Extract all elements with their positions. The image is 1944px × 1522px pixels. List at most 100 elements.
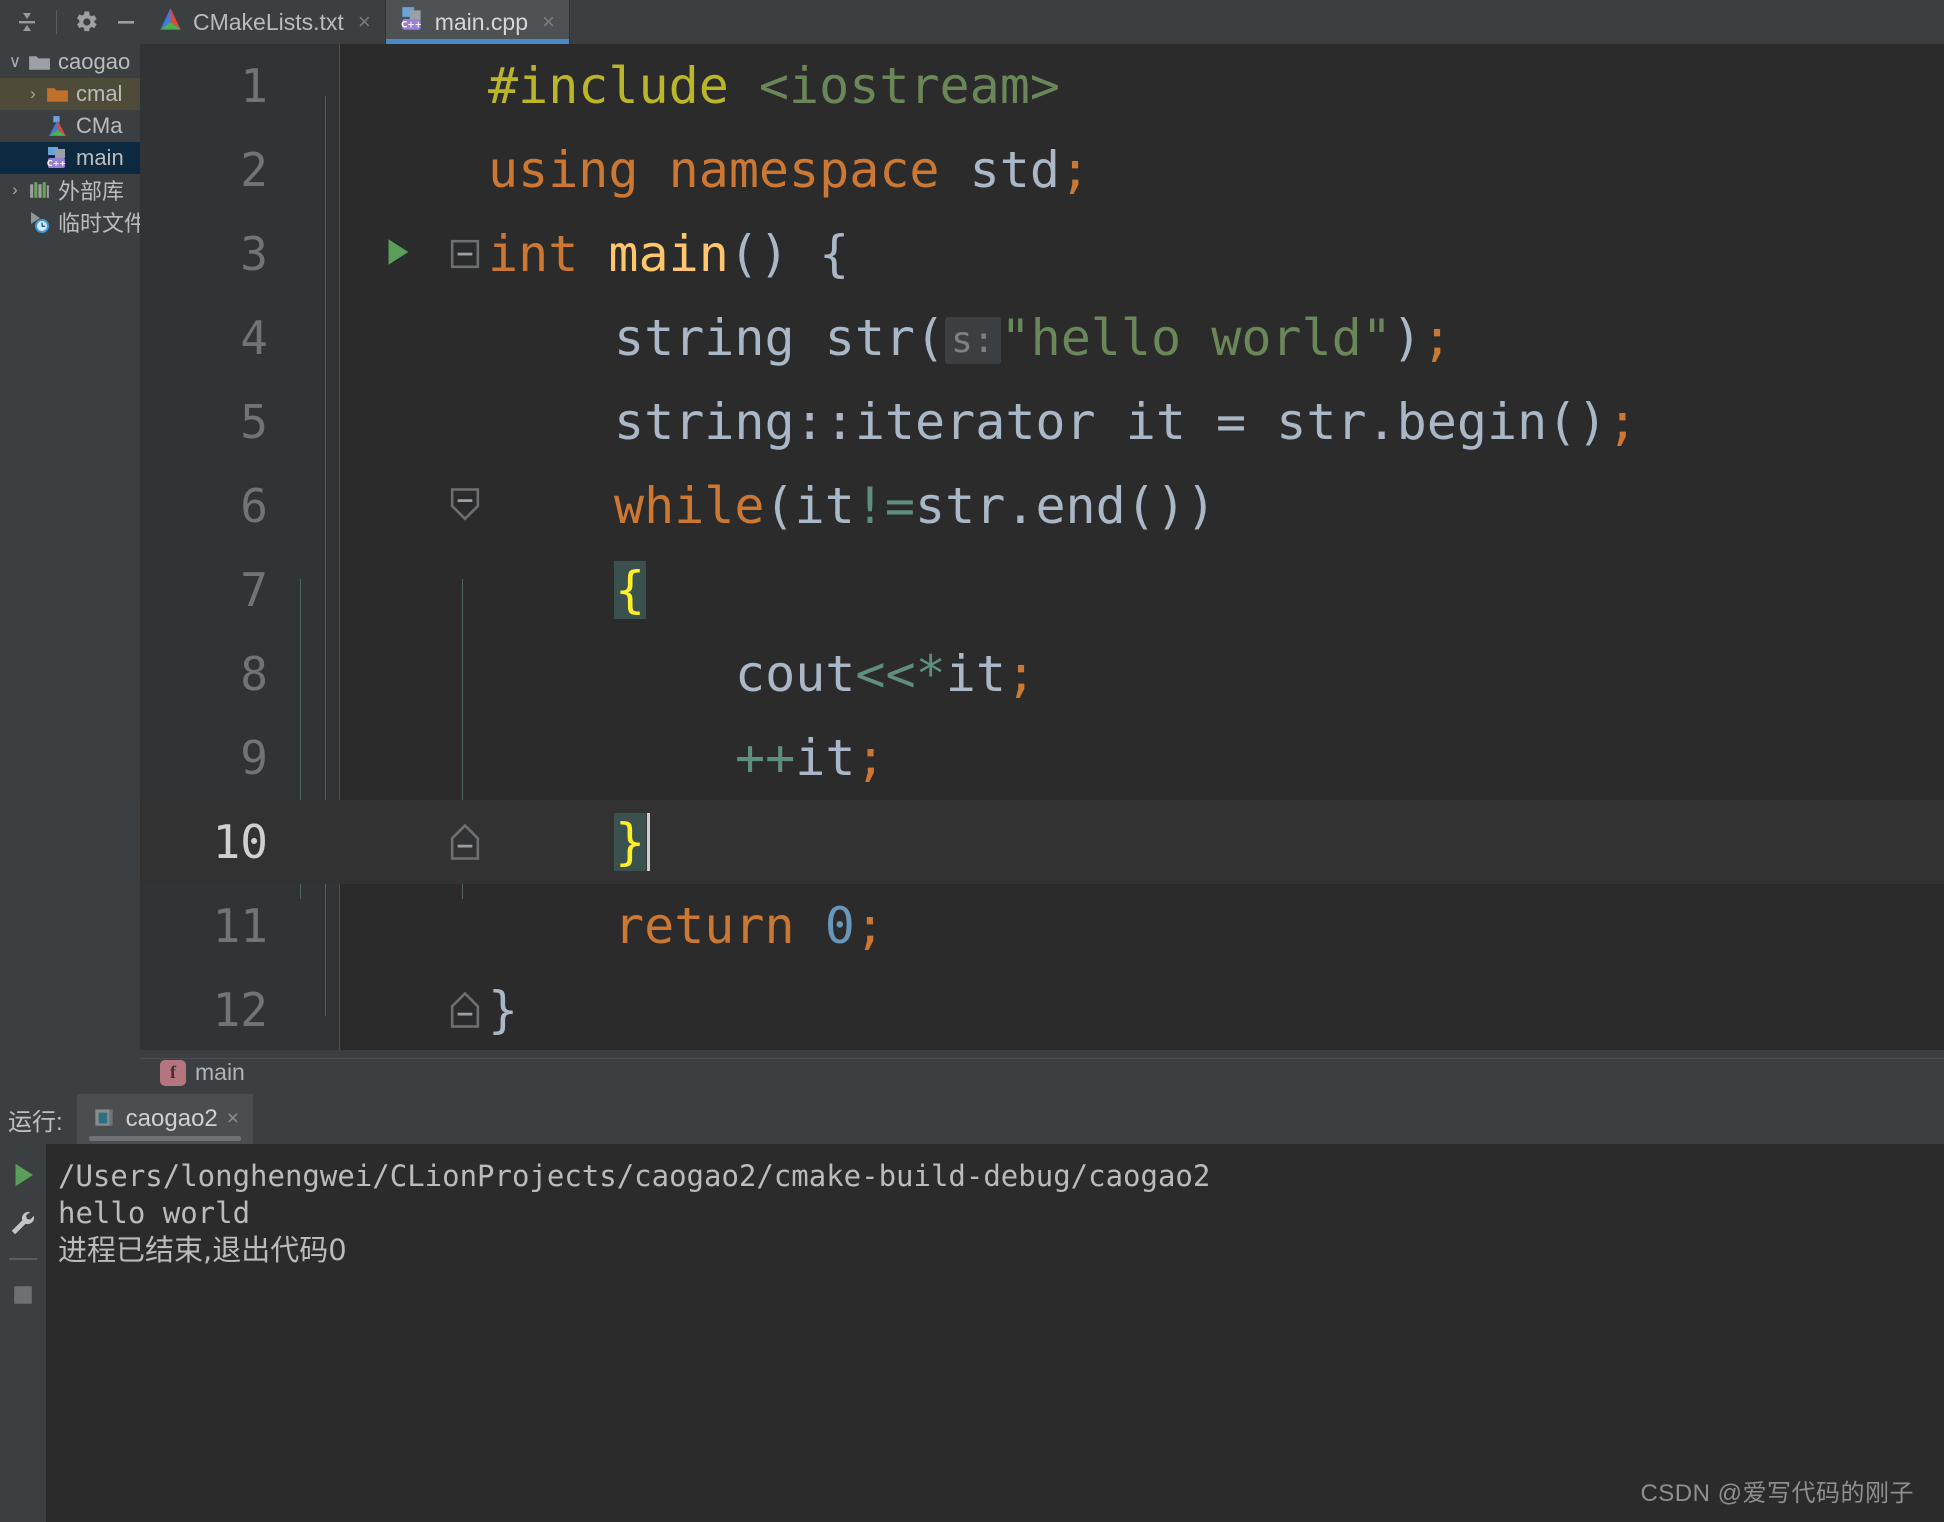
svg-text:C++: C++	[401, 21, 422, 31]
scratch-icon	[26, 209, 52, 235]
chevron-down-icon[interactable]: ∨	[4, 52, 26, 72]
line-number: 2	[240, 143, 268, 197]
code-text: }	[614, 813, 651, 871]
run-config-label: caogao2	[125, 1105, 218, 1132]
code-line-11[interactable]: 11 return 0;	[140, 884, 1944, 968]
code-lines[interactable]: 1 #include <iostream> 2 using namespace …	[140, 44, 1944, 1050]
semicolon: ;	[854, 897, 885, 955]
while-keyword: while	[614, 477, 765, 535]
string-declaration: string str(	[614, 309, 946, 367]
code-line-9[interactable]: 9 ++it;	[140, 716, 1944, 800]
breadcrumb[interactable]: f main	[140, 1058, 1944, 1086]
semicolon: ;	[1607, 393, 1638, 451]
string-literal: "hello world"	[1000, 309, 1392, 367]
include-header: <iostream>	[728, 57, 1060, 115]
collapse-all-icon[interactable]	[12, 7, 42, 37]
semicolon: ;	[1005, 645, 1037, 703]
code-text: string str(s: "hello world");	[614, 309, 1452, 367]
console-line: 进程已结束,退出代码0	[58, 1233, 347, 1268]
cmake-icon	[157, 6, 184, 39]
console-row: /Users/longhengwei/CLionProjects/caogao2…	[0, 1144, 1944, 1522]
matching-brace-open: {	[614, 561, 647, 619]
tree-item-cmake-build[interactable]: › cmal	[0, 78, 140, 110]
line-number: 11	[212, 899, 268, 953]
tree-item-external-libraries[interactable]: › 外部库	[0, 174, 140, 206]
close-icon[interactable]: ×	[227, 1107, 239, 1131]
chevron-right-icon[interactable]: ›	[22, 84, 44, 104]
line-number: 8	[240, 647, 268, 701]
line-number: 12	[212, 983, 268, 1037]
tree-item-cmakelists[interactable]: CMa	[0, 110, 140, 142]
parameter-hint[interactable]: s:	[945, 317, 1001, 364]
line-number: 10	[212, 815, 268, 869]
close-icon[interactable]: ×	[542, 11, 555, 33]
closing-brace: }	[488, 981, 519, 1039]
gear-icon[interactable]	[71, 7, 101, 37]
code-line-6[interactable]: 6 while(it!=str.end())	[140, 464, 1944, 548]
chevron-right-icon[interactable]: ›	[4, 180, 26, 200]
tab-label: main.cpp	[434, 8, 529, 35]
code-line-8[interactable]: 8 cout<<*it;	[140, 632, 1944, 716]
semicolon: ;	[855, 729, 886, 787]
console-line: /Users/longhengwei/CLionProjects/caogao2…	[58, 1159, 1211, 1193]
close-paren: )	[1391, 309, 1422, 367]
top-bar: CMakeLists.txt × C++ main.cpp ×	[0, 0, 1944, 44]
cout-identifier: cout	[735, 645, 856, 703]
tree-item-main-cpp[interactable]: C++ main	[0, 142, 140, 174]
svg-text:C++: C++	[47, 159, 66, 168]
code-text: ++it;	[735, 729, 886, 787]
code-line-1[interactable]: 1 #include <iostream>	[140, 44, 1944, 128]
tab-main-cpp[interactable]: C++ main.cpp ×	[385, 0, 570, 44]
text-caret	[647, 813, 651, 871]
semicolon: ;	[1059, 141, 1091, 199]
return-value: 0	[824, 897, 855, 955]
watermark: CSDN @爱写代码的刚子	[1640, 1480, 1914, 1507]
project-tree[interactable]: ∨ caogao › cmal CMa C++ main › 外部库 临时文件	[0, 44, 140, 1050]
tool-window-icons	[0, 0, 145, 44]
code-text: {	[614, 561, 647, 619]
fold-end-icon[interactable]	[440, 817, 490, 867]
matching-brace-close: }	[614, 813, 647, 871]
not-equal-operator: !=	[854, 477, 916, 535]
close-icon[interactable]: ×	[358, 11, 371, 33]
include-directive: #include	[488, 57, 729, 115]
cpp-file-icon: C++	[398, 5, 426, 39]
code-text: cout<<*it;	[735, 645, 1036, 703]
code-line-12[interactable]: 12 }	[140, 968, 1944, 1050]
main-function-name: main	[608, 225, 729, 283]
main-body: ∨ caogao › cmal CMa C++ main › 外部库 临时文件 …	[0, 44, 1944, 1050]
cmake-icon	[44, 113, 70, 139]
breadcrumb-label[interactable]: main	[195, 1059, 245, 1086]
stop-icon[interactable]	[6, 1278, 40, 1312]
breadcrumb-spacer	[0, 1050, 140, 1094]
tab-cmakelists[interactable]: CMakeLists.txt ×	[145, 0, 386, 44]
code-line-5[interactable]: 5 string::iterator it = str.begin();	[140, 380, 1944, 464]
code-line-2[interactable]: 2 using namespace std;	[140, 128, 1944, 212]
code-line-3[interactable]: 3 int main() {	[140, 212, 1944, 296]
tree-item-caogao[interactable]: ∨ caogao	[0, 46, 140, 78]
code-line-7[interactable]: 7 {	[140, 548, 1944, 632]
iterator-identifier: it	[945, 645, 1006, 703]
fold-end-icon[interactable]	[440, 985, 490, 1035]
folder-orange-icon	[44, 81, 70, 107]
code-editor[interactable]: 1 #include <iostream> 2 using namespace …	[140, 44, 1944, 1050]
fold-minus-icon[interactable]	[440, 481, 490, 531]
int-keyword: int	[488, 225, 609, 283]
tree-item-label: 临时文件	[58, 211, 140, 236]
code-line-4[interactable]: 4 string str(s: "hello world");	[140, 296, 1944, 380]
wrench-icon[interactable]	[6, 1206, 40, 1240]
cpp-file-icon: C++	[44, 145, 70, 171]
run-icon[interactable]	[6, 1158, 40, 1192]
console-output[interactable]: /Users/longhengwei/CLionProjects/caogao2…	[46, 1144, 1944, 1522]
run-panel-title: 运行:	[8, 1108, 63, 1136]
run-config-tab[interactable]: caogao2 ×	[76, 1094, 254, 1144]
breadcrumb-bar: f main	[0, 1050, 1944, 1094]
tree-item-scratches[interactable]: 临时文件	[0, 206, 140, 238]
code-line-10[interactable]: 10 }	[140, 800, 1944, 884]
iterator-declaration: string::iterator it = str.begin()	[614, 393, 1608, 451]
clion-ide-window: CMakeLists.txt × C++ main.cpp × ∨ caogao…	[0, 0, 1944, 1522]
run-gutter-icon[interactable]	[380, 232, 414, 277]
line-number: 6	[240, 479, 268, 533]
fold-minus-icon[interactable]	[440, 229, 490, 279]
minimize-icon[interactable]	[111, 7, 141, 37]
